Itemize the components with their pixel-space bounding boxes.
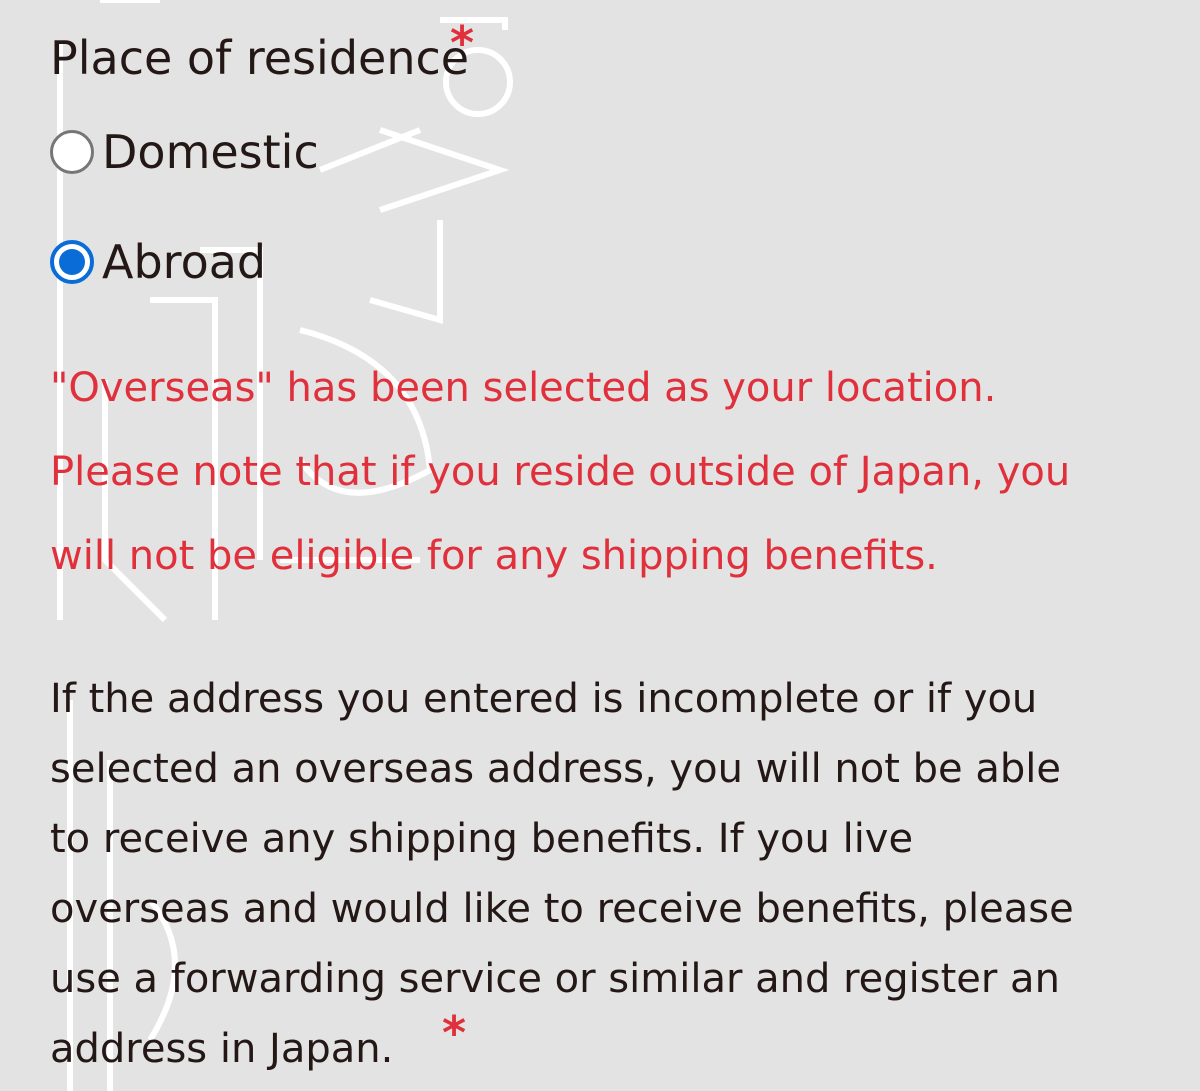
required-asterisk-info: * bbox=[442, 1006, 467, 1060]
notice-line: will not be eligible for any shipping be… bbox=[50, 533, 938, 579]
notice-line: "Overseas" has been selected as your loc… bbox=[50, 365, 997, 411]
info-line: selected an overseas address, you will n… bbox=[50, 746, 1061, 792]
radio-option-domestic[interactable]: Domestic bbox=[50, 124, 319, 180]
shipping-benefits-info: If the address you entered is incomplete… bbox=[50, 664, 1160, 1084]
overseas-warning-notice: "Overseas" has been selected as your loc… bbox=[50, 346, 1160, 598]
info-line: If the address you entered is incomplete… bbox=[50, 676, 1038, 722]
info-line: overseas and would like to receive benef… bbox=[50, 886, 1074, 932]
radio-button-domestic[interactable] bbox=[50, 130, 94, 174]
notice-line: Please note that if you reside outside o… bbox=[50, 449, 1071, 495]
required-asterisk: * bbox=[450, 16, 475, 70]
radio-option-abroad[interactable]: Abroad bbox=[50, 234, 266, 290]
field-label-place-of-residence: Place of residence bbox=[50, 31, 470, 85]
info-line: to receive any shipping benefits. If you… bbox=[50, 816, 914, 862]
radio-button-abroad[interactable] bbox=[50, 240, 94, 284]
radio-label-abroad[interactable]: Abroad bbox=[102, 234, 266, 290]
radio-label-domestic[interactable]: Domestic bbox=[102, 124, 319, 180]
info-line: use a forwarding service or similar and … bbox=[50, 956, 1060, 1002]
info-line: address in Japan. bbox=[50, 1026, 394, 1072]
